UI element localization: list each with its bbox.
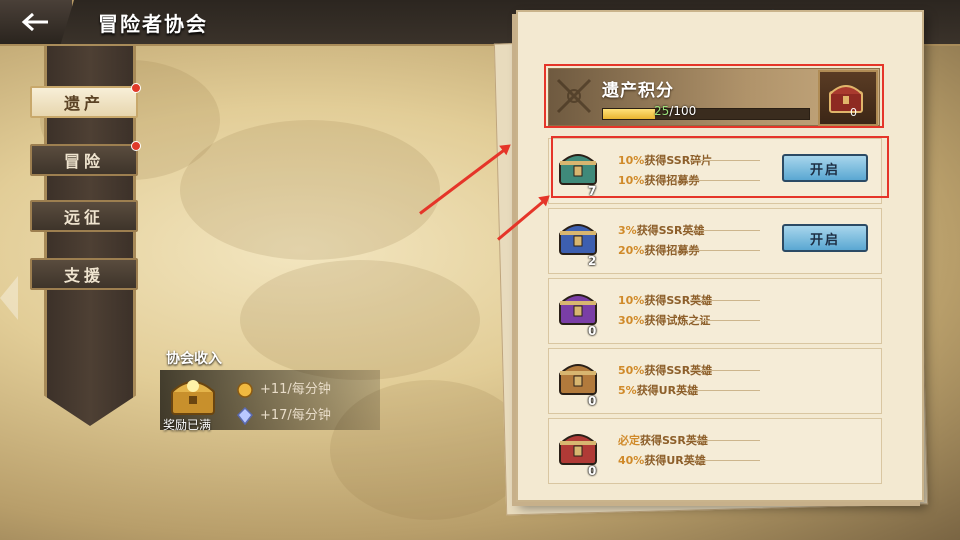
odds-percent: 30% — [618, 314, 645, 327]
score-reward-chest[interactable] — [818, 70, 878, 126]
divider — [690, 460, 760, 461]
divider — [690, 230, 760, 231]
income-title: 协会收入 — [166, 351, 222, 367]
chest-row: 7 10%获得SSR碎片 10%获得招募券 开启 — [548, 138, 882, 204]
nav-legacy-label: 遗产 — [63, 94, 104, 113]
back-arrow-icon — [21, 12, 48, 32]
divider — [690, 320, 760, 321]
chest-odds-line-2: 20%获得招募券 — [618, 242, 699, 258]
divider — [690, 440, 760, 441]
odds-percent: 10% — [618, 294, 645, 307]
nav-support-label: 支援 — [63, 266, 104, 285]
legacy-score-title: 遗产积分 — [602, 81, 674, 101]
divider — [690, 390, 760, 391]
score-current: 25 — [654, 104, 670, 118]
chest-icon[interactable] — [554, 212, 602, 260]
chest-count: 2 — [588, 254, 597, 268]
nav-support[interactable]: 支援 — [30, 258, 138, 290]
crystal-icon — [237, 406, 253, 425]
divider — [690, 370, 760, 371]
nav-expedition[interactable]: 远征 — [30, 200, 138, 232]
odds-percent: 40% — [618, 454, 645, 467]
nav-legacy[interactable]: 遗产 — [30, 83, 141, 118]
score-chest-count: 0 — [850, 106, 857, 119]
chest-icon[interactable] — [554, 282, 602, 330]
chest-count: 0 — [588, 394, 597, 408]
odds-percent: 5% — [618, 384, 637, 397]
page-title: 冒险者协会 — [98, 12, 208, 36]
gem-income-rate: +17/每分钟 — [260, 408, 331, 423]
divider — [690, 300, 760, 301]
chest-odds-line-2: 10%获得招募券 — [618, 172, 699, 188]
gold-coin-icon — [237, 381, 253, 398]
divider — [690, 250, 760, 251]
treasure-chest-icon[interactable] — [168, 372, 218, 416]
chest-icon[interactable] — [554, 422, 602, 470]
chest-row: 0 50%获得SSR英雄 5%获得UR英雄 — [548, 348, 882, 414]
chest-odds-line-2: 5%获得UR英雄 — [618, 382, 698, 398]
score-max: /100 — [669, 104, 697, 118]
odds-percent: 3% — [618, 224, 637, 237]
crossed-swords-icon — [556, 78, 592, 114]
chest-icon[interactable] — [554, 352, 602, 400]
open-chest-button[interactable]: 开启 — [782, 154, 868, 182]
odds-percent: 10% — [618, 174, 645, 187]
notification-dot — [131, 83, 141, 93]
nav-adventure-label: 冒险 — [63, 152, 104, 171]
chest-row: 0 必定获得SSR英雄 40%获得UR英雄 — [548, 418, 882, 484]
odds-percent: 10% — [618, 154, 645, 167]
chest-count: 0 — [588, 464, 597, 478]
chest-icon[interactable] — [554, 142, 602, 190]
legacy-score-progress — [602, 108, 810, 120]
open-chest-button[interactable]: 开启 — [782, 224, 868, 252]
reward-full-label: 奖励已满 — [163, 418, 212, 432]
chest-count: 7 — [588, 184, 597, 198]
gold-income-rate: +11/每分钟 — [260, 382, 331, 397]
divider — [690, 180, 760, 181]
red-chest-icon — [829, 85, 863, 113]
gold-income-row: +11/每分钟 — [236, 378, 331, 399]
nav-expedition-label: 远征 — [63, 208, 104, 227]
gem-income-row: +17/每分钟 — [236, 404, 331, 425]
progress-fill — [603, 109, 655, 119]
odds-text: 获得UR英雄 — [636, 384, 699, 397]
nav-adventure[interactable]: 冒险 — [30, 141, 141, 176]
chest-count: 0 — [588, 324, 597, 338]
odds-percent: 必定 — [618, 434, 640, 447]
chest-row: 2 3%获得SSR英雄 20%获得招募券 开启 — [548, 208, 882, 274]
legacy-score-text: 25/100 — [654, 104, 696, 118]
chest-row: 0 10%获得SSR英雄 30%获得试炼之证 — [548, 278, 882, 344]
notification-dot — [131, 141, 141, 151]
odds-percent: 20% — [618, 244, 645, 257]
odds-percent: 50% — [618, 364, 645, 377]
divider — [690, 160, 760, 161]
